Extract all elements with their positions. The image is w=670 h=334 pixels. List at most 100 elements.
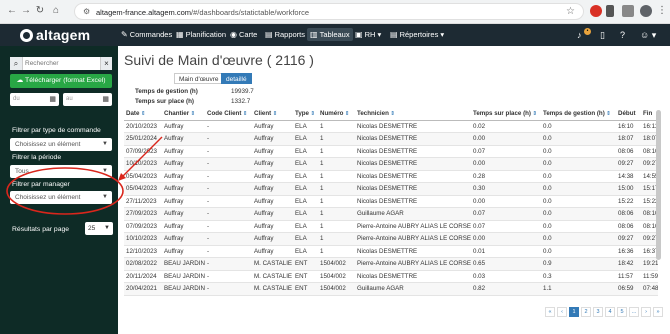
search-input[interactable] (25, 58, 93, 69)
date-to-input[interactable]: au ▦ (63, 93, 112, 106)
home-icon[interactable]: ⌂ (50, 5, 62, 17)
back-icon[interactable]: ← (6, 5, 18, 17)
filter-manager-select[interactable]: Choisissez un élément ▼ (10, 191, 112, 204)
table-row[interactable]: 02/08/2022 BEAU JARDIN - M. CASTALIE ENT 1504… (124, 257, 658, 271)
site-info-icon[interactable]: ⚙ (83, 7, 90, 16)
bell-icon[interactable]: ♪ (577, 30, 582, 40)
nav-tableaux[interactable]: ▥ Tableaux (307, 28, 353, 41)
table-cell: 0.00 (471, 232, 541, 246)
export-excel-button[interactable]: ☁ Télécharger (format Excel) (10, 74, 112, 88)
table-cell: 10/10/2023 (124, 157, 162, 171)
filter-period-select[interactable]: Tous ▼ (10, 165, 112, 178)
extension-icon[interactable] (590, 5, 602, 17)
page-button[interactable]: 2 (581, 307, 591, 317)
table-cell: 0.07 (471, 145, 541, 158)
page-size-select[interactable]: 25 ▼ (85, 222, 113, 235)
table-cell: Auffray (162, 245, 205, 258)
table-row[interactable]: 27/09/2023 Auffray - Auffray ELA 1 Guillaume A… (124, 207, 658, 221)
browser-menu-icon[interactable]: ⋮ (656, 5, 668, 17)
table-cell: M. CASTALIE (252, 282, 293, 296)
table-row[interactable]: 27/11/2023 Auffray - Auffray ELA 1 Nicolas DES… (124, 195, 658, 208)
table-row[interactable]: 20/10/2023 Auffray - Auffray ELA 1 Nicolas DES… (124, 120, 658, 133)
table-row[interactable]: 25/01/2024 Auffray - Auffray ELA 1 Nicolas DES… (124, 132, 658, 146)
mobile-icon[interactable]: ▯ (600, 30, 605, 41)
table-cell: - (205, 232, 252, 246)
extension-icon[interactable] (606, 5, 614, 17)
extensions-puzzle-icon[interactable] (622, 5, 634, 17)
table-cell: - (205, 282, 252, 296)
table-cell: 05/04/2023 (124, 182, 162, 196)
column-header[interactable]: Temps de gestion (h) ⇕ (541, 108, 616, 121)
nav-repertoires[interactable]: ▤ Répertoires ▾ (390, 30, 444, 39)
table-cell: 0.07 (471, 220, 541, 233)
table-row[interactable]: 07/09/2023 Auffray - Auffray ELA 1 Nicolas DES… (124, 145, 658, 158)
table-cell: Auffray (252, 132, 293, 146)
page-button[interactable]: 4 (605, 307, 615, 317)
column-header[interactable]: Code Client ⇕ (205, 108, 252, 121)
calendar-icon[interactable]: ▦ (49, 93, 56, 106)
sort-icon[interactable]: ⇕ (531, 111, 538, 117)
table-row[interactable]: 05/04/2023 Auffray - Auffray ELA 1 Nicolas DES… (124, 182, 658, 196)
clear-icon[interactable]: × (100, 57, 112, 70)
calendar-icon[interactable]: ▦ (102, 93, 109, 106)
nav-carte[interactable]: ◉ Carte (230, 30, 257, 39)
table-cell: 1 (318, 120, 355, 133)
column-header[interactable]: Date ⇕ (124, 108, 162, 121)
table-row[interactable]: 05/04/2023 Auffray - Auffray ELA 1 Nicolas DES… (124, 170, 658, 183)
page-button[interactable]: 1 (569, 307, 579, 317)
nav-commandes[interactable]: ✎ Commandes (121, 30, 172, 39)
sort-icon[interactable]: ⇕ (189, 111, 196, 117)
nav-planification[interactable]: ▦ Planification (176, 30, 226, 39)
table-row[interactable]: 10/10/2023 Auffray - Auffray ELA 1 Nicolas DES… (124, 157, 658, 171)
help-icon[interactable]: ? (620, 30, 625, 40)
user-menu-icon[interactable]: ☺ ▾ (640, 30, 656, 41)
table-cell: Pierre-Antoine AUBRY ALIAS LE CORSE (355, 232, 471, 246)
table-cell: 0.0 (541, 245, 616, 258)
page-button[interactable]: › (641, 307, 651, 317)
bookmark-star-icon[interactable]: ☆ (566, 6, 575, 17)
address-bar[interactable]: ⚙ altagem-france.altagem.com/#/dashboard… (74, 3, 584, 20)
table-cell: 0.07 (471, 207, 541, 221)
sort-icon[interactable]: ⇕ (309, 111, 316, 117)
table-cell: 0.30 (471, 182, 541, 196)
sort-icon[interactable]: ⇕ (241, 111, 248, 117)
table-cell: BEAU JARDIN (162, 282, 205, 296)
page-button[interactable]: 5 (617, 307, 627, 317)
sort-icon[interactable]: ⇕ (139, 111, 146, 117)
tab-detaille[interactable]: detaillé (221, 73, 252, 84)
nav-rapports[interactable]: ▤ Rapports (265, 30, 305, 39)
filter-period-label: Filtrer la période (12, 154, 62, 161)
column-header[interactable]: Chantier ⇕ (162, 108, 205, 121)
column-header[interactable]: Temps sur place (h) ⇕ (471, 108, 541, 121)
column-header[interactable]: Client ⇕ (252, 108, 293, 121)
table-cell: 05/04/2023 (124, 170, 162, 183)
column-header[interactable]: Début (616, 108, 641, 121)
sort-icon[interactable]: ⇕ (605, 111, 611, 117)
column-header[interactable]: Type ⇕ (293, 108, 318, 121)
profile-avatar-icon[interactable] (640, 5, 652, 17)
table-row[interactable]: 10/10/2023 Auffray - Auffray ELA 1 Pierre-Anto… (124, 232, 658, 246)
table-scrollbar[interactable] (656, 110, 661, 260)
page-button[interactable]: ‹ (557, 307, 567, 317)
tab-main-oeuvre[interactable]: Main d'œuvre (174, 73, 224, 84)
table-cell: 0.03 (471, 270, 541, 283)
page-button[interactable]: … (629, 307, 639, 317)
column-header[interactable]: Numéro ⇕ (318, 108, 355, 121)
reload-icon[interactable]: ↻ (34, 5, 46, 17)
table-row[interactable]: 12/10/2023 Auffray - Auffray ELA 1 Nicolas DES… (124, 245, 658, 258)
altagem-logo[interactable]: altagem (20, 27, 90, 43)
nav-rh[interactable]: ▣ RH ▾ (355, 30, 381, 39)
sort-icon[interactable]: ⇕ (271, 111, 278, 117)
sort-icon[interactable]: ⇕ (343, 111, 350, 117)
filter-type-select[interactable]: Choisissez un élément ▼ (10, 138, 112, 151)
page-button[interactable]: » (653, 307, 663, 317)
forward-icon[interactable]: → (20, 5, 32, 17)
table-row[interactable]: 20/11/2024 BEAU JARDIN - M. CASTALIE ENT 1504… (124, 270, 658, 283)
table-row[interactable]: 07/09/2023 Auffray - Auffray ELA 1 Pierre-Anto… (124, 220, 658, 233)
date-from-input[interactable]: du ▦ (10, 93, 59, 106)
page-button[interactable]: 3 (593, 307, 603, 317)
page-button[interactable]: « (545, 307, 555, 317)
column-header[interactable]: Technicien ⇕ (355, 108, 471, 121)
table-row[interactable]: 20/04/2021 BEAU JARDIN - M. CASTALIE ENT 1504… (124, 282, 658, 296)
sort-icon[interactable]: ⇕ (389, 111, 395, 117)
